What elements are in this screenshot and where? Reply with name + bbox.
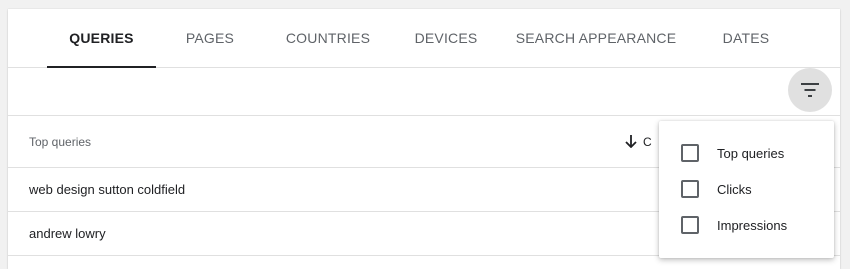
table-toolbar	[8, 68, 840, 116]
column-header-top-queries[interactable]: Top queries	[29, 116, 91, 167]
query-cell: web design sutton coldfield	[29, 182, 186, 197]
tab-queries-label: QUERIES	[69, 30, 134, 46]
column-header-sorted-label: C	[643, 134, 652, 149]
filter-rows-button[interactable]	[788, 68, 832, 112]
tab-search-appearance[interactable]: SEARCH APPEARANCE	[516, 9, 676, 67]
tab-queries[interactable]: QUERIES	[47, 9, 156, 68]
filter-option-clicks[interactable]: Clicks	[659, 171, 834, 207]
dimension-tabs: QUERIES PAGES COUNTRIES DEVICES SEARCH A…	[8, 9, 840, 68]
tab-devices[interactable]: DEVICES	[407, 9, 485, 67]
tab-pages-label: PAGES	[185, 30, 235, 46]
tab-dates-label: DATES	[722, 30, 770, 46]
filter-option-label: Clicks	[717, 181, 752, 197]
filter-option-label: Top queries	[717, 145, 785, 161]
tab-pages[interactable]: PAGES	[171, 9, 249, 67]
tab-search-appearance-label: SEARCH APPEARANCE	[515, 30, 677, 46]
filter-option-impressions[interactable]: Impressions	[659, 207, 834, 243]
filter-option-top-queries[interactable]: Top queries	[659, 135, 834, 171]
tab-countries[interactable]: COUNTRIES	[279, 9, 377, 67]
tab-devices-label: DEVICES	[414, 30, 478, 46]
filter-menu: Top queries Clicks Impressions	[659, 121, 834, 258]
column-header-sorted[interactable]: C	[625, 116, 652, 167]
checkbox[interactable]	[681, 180, 699, 198]
tab-countries-label: COUNTRIES	[285, 30, 371, 46]
checkbox[interactable]	[681, 216, 699, 234]
arrow-down-icon	[625, 135, 637, 148]
query-cell: andrew lowry	[29, 226, 106, 241]
filter-list-icon	[801, 83, 819, 97]
tab-dates[interactable]: DATES	[708, 9, 784, 67]
checkbox[interactable]	[681, 144, 699, 162]
filter-option-label: Impressions	[717, 217, 788, 233]
performance-report-card: QUERIES PAGES COUNTRIES DEVICES SEARCH A…	[8, 9, 840, 269]
